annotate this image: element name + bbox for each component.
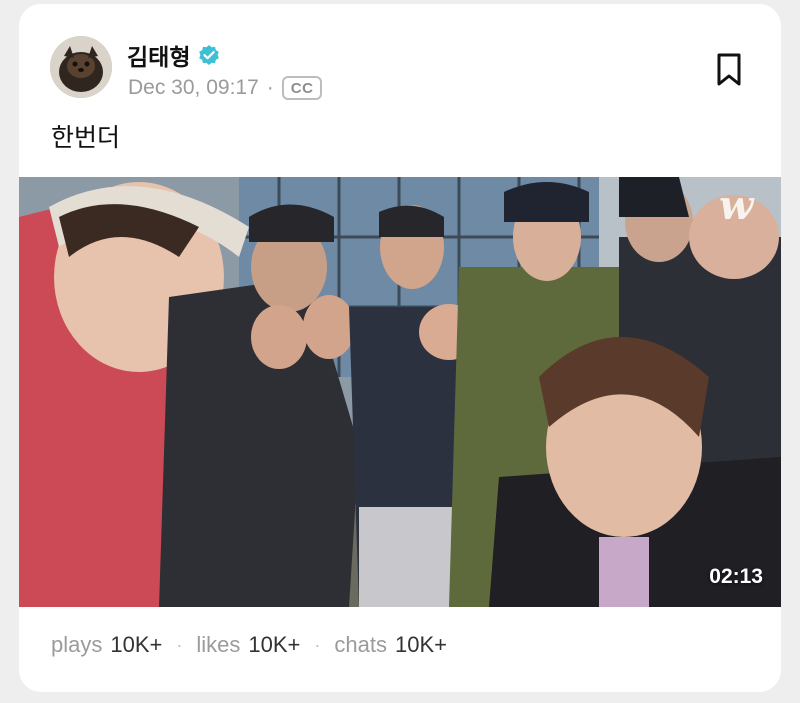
cc-badge[interactable]: CC bbox=[281, 76, 323, 100]
stats-separator: · bbox=[176, 634, 183, 655]
chats-value: 10K+ bbox=[394, 632, 447, 657]
post-meta: Dec 30, 09:17 · CC bbox=[128, 76, 323, 100]
bookmark-icon[interactable] bbox=[713, 52, 745, 88]
post-card: 김태형 Dec 30, 09:17 · CC 한번더 w 02:13 plays… bbox=[19, 4, 781, 692]
post-date: Dec 30, 09:17 bbox=[128, 76, 259, 99]
meta-separator: · bbox=[266, 76, 274, 99]
post-text: 한번더 bbox=[51, 123, 121, 152]
likes-label: likes bbox=[196, 632, 241, 657]
chats-label: chats bbox=[334, 632, 387, 657]
author-name[interactable]: 김태형 bbox=[127, 38, 190, 72]
author-avatar[interactable] bbox=[50, 36, 112, 98]
likes-value: 10K+ bbox=[248, 632, 301, 657]
author-row: 김태형 bbox=[127, 38, 220, 72]
verified-check-icon bbox=[198, 44, 220, 66]
video-frame: w bbox=[19, 177, 781, 607]
post-stats: plays 10K+ · likes 10K+ · chats 10K+ bbox=[51, 632, 447, 658]
stats-separator: · bbox=[314, 634, 321, 655]
video-duration: 02:13 bbox=[709, 565, 763, 588]
plays-value: 10K+ bbox=[110, 632, 163, 657]
weverse-watermark: w bbox=[719, 182, 755, 229]
plays-label: plays bbox=[51, 632, 103, 657]
video-thumbnail[interactable]: w 02:13 bbox=[19, 177, 781, 607]
